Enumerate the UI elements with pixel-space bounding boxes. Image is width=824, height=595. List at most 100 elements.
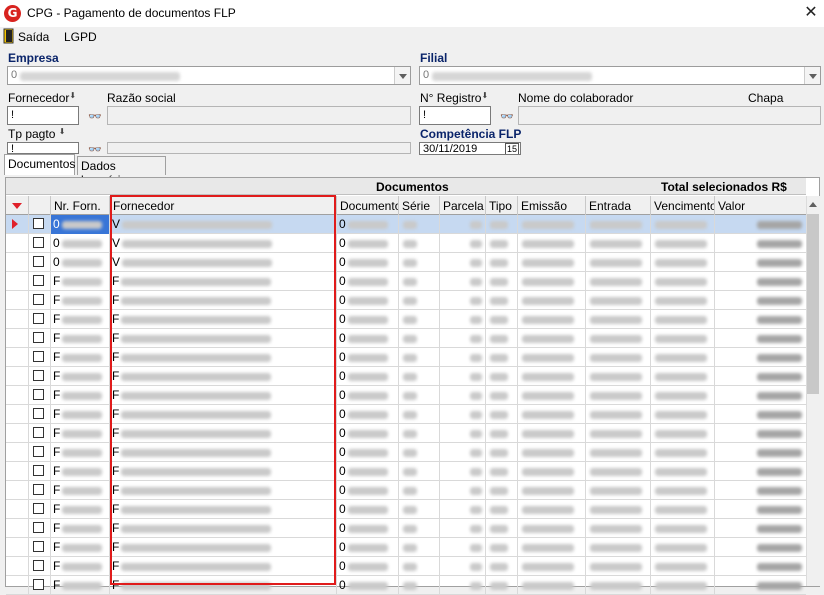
tab-dados-bancarios[interactable]: Dados bancários: [77, 156, 166, 187]
cell-tipo[interactable]: [486, 462, 518, 481]
cell-documento[interactable]: 0: [337, 424, 399, 443]
cell-nr-forn[interactable]: F: [51, 272, 110, 291]
row-checkbox[interactable]: [33, 389, 44, 400]
cell-parcela[interactable]: [440, 386, 486, 405]
cell-vencimento[interactable]: [651, 291, 715, 310]
row-checkbox[interactable]: [33, 446, 44, 457]
row-checkbox[interactable]: [33, 218, 44, 229]
cell-vencimento[interactable]: [651, 519, 715, 538]
cell-tipo[interactable]: [486, 519, 518, 538]
cell-parcela[interactable]: [440, 557, 486, 576]
cell-serie[interactable]: [399, 272, 440, 291]
row-checkbox[interactable]: [33, 351, 44, 362]
cell-valor[interactable]: [715, 424, 806, 443]
cell-emissao[interactable]: [518, 538, 586, 557]
filial-select[interactable]: 0: [419, 66, 821, 85]
cell-serie[interactable]: [399, 291, 440, 310]
cell-serie[interactable]: [399, 538, 440, 557]
binoculars-search-icon[interactable]: 👓: [500, 110, 514, 123]
column-header-vencimento[interactable]: Vencimento: [651, 196, 715, 215]
column-header-documento[interactable]: Documento: [337, 196, 399, 215]
row-checkbox[interactable]: [33, 332, 44, 343]
cell-emissao[interactable]: [518, 557, 586, 576]
cell-entrada[interactable]: [586, 424, 651, 443]
cell-nr-forn[interactable]: F: [51, 557, 110, 576]
cell-vencimento[interactable]: [651, 405, 715, 424]
cell-vencimento[interactable]: [651, 253, 715, 272]
column-header-valor[interactable]: Valor: [715, 196, 806, 215]
cell-documento[interactable]: 0: [337, 348, 399, 367]
cell-vencimento[interactable]: [651, 310, 715, 329]
cell-tipo[interactable]: [486, 272, 518, 291]
close-button[interactable]: ✕: [800, 2, 822, 24]
cell-emissao[interactable]: [518, 519, 586, 538]
cell-valor[interactable]: [715, 576, 806, 595]
cell-nr-forn[interactable]: F: [51, 310, 110, 329]
cell-parcela[interactable]: [440, 443, 486, 462]
cell-nr-forn[interactable]: F: [51, 538, 110, 557]
cell-parcela[interactable]: [440, 272, 486, 291]
row-checkbox[interactable]: [33, 427, 44, 438]
cell-emissao[interactable]: [518, 386, 586, 405]
cell-entrada[interactable]: [586, 253, 651, 272]
cell-valor[interactable]: [715, 557, 806, 576]
column-header-tipo[interactable]: Tipo: [486, 196, 518, 215]
cell-nr-forn[interactable]: 0: [51, 253, 110, 272]
cell-valor[interactable]: [715, 500, 806, 519]
cell-emissao[interactable]: [518, 367, 586, 386]
cell-valor[interactable]: [715, 348, 806, 367]
cell-documento[interactable]: 0: [337, 253, 399, 272]
row-checkbox[interactable]: [33, 484, 44, 495]
cell-nr-forn[interactable]: F: [51, 367, 110, 386]
cell-parcela[interactable]: [440, 329, 486, 348]
cell-tipo[interactable]: [486, 329, 518, 348]
row-checkbox[interactable]: [33, 275, 44, 286]
cell-entrada[interactable]: [586, 443, 651, 462]
cell-emissao[interactable]: [518, 272, 586, 291]
row-checkbox[interactable]: [33, 579, 44, 590]
cell-tipo[interactable]: [486, 500, 518, 519]
cell-valor[interactable]: [715, 215, 806, 234]
cell-nr-forn[interactable]: F: [51, 329, 110, 348]
cell-valor[interactable]: [715, 386, 806, 405]
cell-parcela[interactable]: [440, 405, 486, 424]
cell-emissao[interactable]: [518, 424, 586, 443]
cell-emissao[interactable]: [518, 405, 586, 424]
cell-entrada[interactable]: [586, 500, 651, 519]
tab-documentos[interactable]: Documentos: [4, 154, 75, 175]
fornecedor-input[interactable]: !: [7, 106, 79, 125]
cell-entrada[interactable]: [586, 310, 651, 329]
cell-documento[interactable]: 0: [337, 462, 399, 481]
cell-entrada[interactable]: [586, 272, 651, 291]
cell-nr-forn[interactable]: F: [51, 348, 110, 367]
cell-serie[interactable]: [399, 576, 440, 595]
cell-nr-forn[interactable]: F: [51, 424, 110, 443]
column-header-entrada[interactable]: Entrada: [586, 196, 651, 215]
cell-parcela[interactable]: [440, 519, 486, 538]
cell-vencimento[interactable]: [651, 424, 715, 443]
cell-documento[interactable]: 0: [337, 329, 399, 348]
cell-vencimento[interactable]: [651, 538, 715, 557]
cell-valor[interactable]: [715, 462, 806, 481]
cell-entrada[interactable]: [586, 234, 651, 253]
cell-serie[interactable]: [399, 424, 440, 443]
cell-serie[interactable]: [399, 386, 440, 405]
cell-entrada[interactable]: [586, 481, 651, 500]
cell-valor[interactable]: [715, 329, 806, 348]
cell-emissao[interactable]: [518, 481, 586, 500]
cell-documento[interactable]: 0: [337, 538, 399, 557]
cell-documento[interactable]: 0: [337, 310, 399, 329]
row-checkbox[interactable]: [33, 294, 44, 305]
cell-valor[interactable]: [715, 538, 806, 557]
row-checkbox[interactable]: [33, 370, 44, 381]
cell-documento[interactable]: 0: [337, 386, 399, 405]
cell-entrada[interactable]: [586, 291, 651, 310]
cell-tipo[interactable]: [486, 234, 518, 253]
cell-documento[interactable]: 0: [337, 481, 399, 500]
cell-valor[interactable]: [715, 443, 806, 462]
column-header-emissao[interactable]: Emissão: [518, 196, 586, 215]
cell-tipo[interactable]: [486, 405, 518, 424]
cell-tipo[interactable]: [486, 291, 518, 310]
cell-entrada[interactable]: [586, 462, 651, 481]
cell-valor[interactable]: [715, 519, 806, 538]
